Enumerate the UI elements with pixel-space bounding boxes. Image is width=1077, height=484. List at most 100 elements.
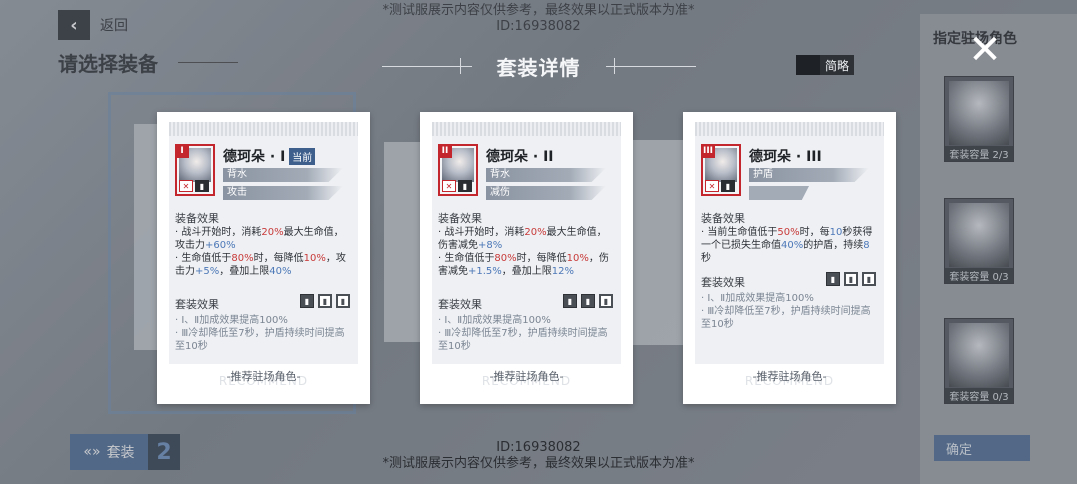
- rank-i-icon: ▮: [300, 294, 314, 308]
- frame-icon: ▮: [195, 180, 209, 192]
- card-name: 德珂朵 · II: [486, 146, 553, 166]
- frame-icon: ▮: [458, 180, 472, 192]
- tag-primary: 背水: [223, 168, 343, 182]
- card-name: 德珂朵 · III: [749, 146, 822, 166]
- set-effect-title: 套装效果: [175, 298, 219, 311]
- effect-value: 40%: [269, 266, 292, 277]
- card-name-text: 德珂朵 · III: [749, 149, 822, 165]
- equip-effect-title: 装备效果: [175, 212, 219, 225]
- equip-effect-text: · 战斗开始时，消耗20%最大生命值，伤害减免+8% · 生命值低于80%时，每…: [438, 226, 615, 278]
- card-name: 德珂朵 · I 当前: [223, 146, 316, 166]
- rank-badge: III: [701, 144, 715, 158]
- card-body: I ✕ ▮ 德珂朵 · I 当前 背水 攻击 装备效果 · 战斗开始时，消耗20…: [169, 136, 358, 364]
- equip-effect-title: 装备效果: [701, 212, 745, 225]
- effect-value: +1.5%: [468, 266, 502, 277]
- set-card-1: I ✕ ▮ 德珂朵 · I 当前 背水 攻击 装备效果 · 战斗开始时，消耗20…: [157, 112, 370, 404]
- set-effect-line: · Ⅲ冷却降低至7秒，护盾持续时间提高至10秒: [175, 328, 345, 352]
- effect-value: 20%: [261, 227, 284, 238]
- equip-effect-title: 装备效果: [438, 212, 482, 225]
- set-card-3: III ✕ ▮ 德珂朵 · III 护盾 装备效果 · 当前生命值低于50%时，…: [683, 112, 896, 404]
- brief-toggle[interactable]: 简略: [796, 55, 854, 75]
- tag-secondary: [749, 186, 809, 200]
- set-rank-icons: ▮ ▮ ▮: [300, 294, 350, 308]
- effect-fragment: · 生命值低于: [438, 253, 495, 264]
- effect-line: · 生命值低于80%时，每降低10%，伤害减免+1.5%，叠加上限12%: [438, 252, 615, 278]
- set-card-2: II ✕ ▮ 德珂朵 · II 背水 减伤 装备效果 · 战斗开始时，消耗20%…: [420, 112, 633, 404]
- equipment-portrait: III ✕ ▮: [701, 144, 741, 196]
- watermark-bottom: ID:16938082 *测试服展示内容仅供参考，最终效果以正式版本为准*: [0, 440, 1077, 472]
- frame-icon: ▮: [721, 180, 735, 192]
- set-rank-icons: ▮ ▮ ▮: [826, 272, 876, 286]
- set-effect-line: · Ⅰ、Ⅱ加成效果提高100%: [701, 293, 814, 304]
- effect-value: 12%: [551, 266, 575, 277]
- card-body: III ✕ ▮ 德珂朵 · III 护盾 装备效果 · 当前生命值低于50%时，…: [695, 136, 884, 364]
- tag-secondary: 减伤: [486, 186, 606, 200]
- set-effect-text: · Ⅰ、Ⅱ加成效果提高100% · Ⅲ冷却降低至7秒，护盾持续时间提高至10秒: [701, 292, 878, 331]
- rank-ii-icon: ▮: [318, 294, 332, 308]
- card-body: II ✕ ▮ 德珂朵 · II 背水 减伤 装备效果 · 战斗开始时，消耗20%…: [432, 136, 621, 364]
- tag-primary: 背水: [486, 168, 606, 182]
- effect-value: 80%: [231, 253, 254, 264]
- set-effect-line: · Ⅰ、Ⅱ加成效果提高100%: [175, 315, 288, 326]
- effect-value: 10: [829, 227, 843, 238]
- effect-fragment: 时，每降低: [516, 253, 567, 264]
- set-effect-line: · Ⅰ、Ⅱ加成效果提高100%: [438, 315, 551, 326]
- effect-fragment: · 当前生命值低于: [701, 227, 778, 238]
- effect-fragment: · 战斗开始时，消耗: [175, 227, 262, 238]
- watermark-text: *测试服展示内容仅供参考，最终效果以正式版本为准*: [382, 456, 695, 471]
- effect-value: 8: [863, 240, 870, 251]
- card-name-text: 德珂朵 · I: [223, 149, 286, 165]
- effect-value: 80%: [494, 253, 517, 264]
- effect-fragment: ，叠加上限: [219, 266, 270, 277]
- set-effect-title: 套装效果: [701, 276, 745, 289]
- effect-value: +60%: [205, 240, 236, 251]
- effect-fragment: ，叠加上限: [501, 266, 552, 277]
- equip-effect-text: · 当前生命值低于50%时，每10秒获得一个已损失生命值40%的护盾，持续8秒: [701, 226, 878, 265]
- effect-fragment: 的护盾，持续: [803, 240, 864, 251]
- set-effect-text: · Ⅰ、Ⅱ加成效果提高100% · Ⅲ冷却降低至7秒，护盾持续时间提高至10秒: [175, 314, 352, 353]
- effect-value: 10%: [566, 253, 589, 264]
- close-icon[interactable]: ✕: [966, 30, 1004, 70]
- modal-title: 套装详情: [496, 56, 581, 80]
- effect-fragment: · 战斗开始时，消耗: [438, 227, 525, 238]
- effect-line: · 战斗开始时，消耗20%最大生命值，伤害减免+8%: [438, 226, 615, 252]
- effect-fragment: · 生命值低于: [175, 253, 232, 264]
- equipment-portrait: II ✕ ▮: [438, 144, 478, 196]
- effect-value: 40%: [781, 240, 804, 251]
- equipment-portrait: I ✕ ▮: [175, 144, 215, 196]
- effect-value: +8%: [478, 240, 503, 251]
- rank-badge: II: [438, 144, 452, 158]
- rank-iii-icon: ▮: [599, 294, 613, 308]
- effect-line: · 生命值低于80%时，每降低10%，攻击力+5%，叠加上限40%: [175, 252, 352, 278]
- effect-value: 50%: [777, 227, 800, 238]
- set-effect-text: · Ⅰ、Ⅱ加成效果提高100% · Ⅲ冷却降低至7秒，护盾持续时间提高至10秒: [438, 314, 615, 353]
- rank-iii-icon: ▮: [862, 272, 876, 286]
- set-effect-line: · Ⅲ冷却降低至7秒，护盾持续时间提高至10秒: [701, 306, 871, 330]
- effect-line: · 当前生命值低于50%时，每10秒获得一个已损失生命值40%的护盾，持续8秒: [701, 226, 878, 265]
- rank-ii-icon: ▮: [844, 272, 858, 286]
- effect-value: 10%: [303, 253, 326, 264]
- card-header-pattern: [432, 122, 621, 136]
- equip-effect-text: · 战斗开始时，消耗20%最大生命值，攻击力+60% · 生命值低于80%时，每…: [175, 226, 352, 278]
- current-badge: 当前: [289, 147, 316, 165]
- recommend-label: -推荐驻场角色-: [226, 370, 301, 383]
- rank-ii-icon: ▮: [581, 294, 595, 308]
- cross-icon: ✕: [705, 180, 719, 192]
- toggle-label: 简略: [820, 55, 854, 75]
- rank-iii-icon: ▮: [336, 294, 350, 308]
- toggle-knob: [796, 55, 820, 75]
- effect-fragment: 时，每降低: [253, 253, 304, 264]
- set-effect-line: · Ⅲ冷却降低至7秒，护盾持续时间提高至10秒: [438, 328, 608, 352]
- portrait-icons: ✕ ▮: [179, 180, 209, 192]
- effect-fragment: 秒: [701, 253, 711, 264]
- watermark-id: ID:16938082: [496, 440, 581, 455]
- cross-icon: ✕: [442, 180, 456, 192]
- effect-value: +5%: [195, 266, 220, 277]
- set-rank-icons: ▮ ▮ ▮: [563, 294, 613, 308]
- tag-secondary: 攻击: [223, 186, 343, 200]
- card-name-text: 德珂朵 · II: [486, 149, 554, 165]
- effect-value: 20%: [524, 227, 547, 238]
- modal-title-line-right: [606, 66, 696, 67]
- effect-line: · 战斗开始时，消耗20%最大生命值，攻击力+60%: [175, 226, 352, 252]
- recommend-label: -推荐驻场角色-: [752, 370, 827, 383]
